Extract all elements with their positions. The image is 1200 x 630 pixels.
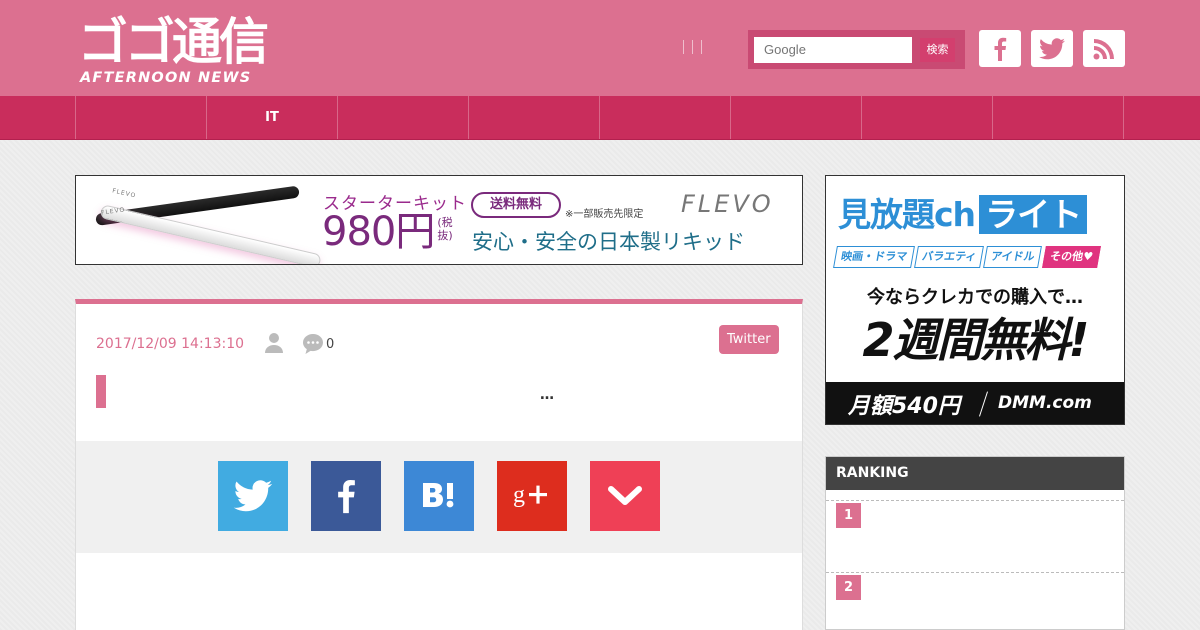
rank-number: 1 [836,503,861,528]
ad-tag: 映画・ドラマ [833,246,915,268]
twitter-icon [1039,37,1065,59]
share-google-plus-button[interactable]: g [497,461,567,531]
divider [979,391,988,417]
ad-tag: アイドル [983,246,1043,268]
sidebar-ad-dmm[interactable]: 見放題ch ライト 映画・ドラマ バラエティ アイドル その他♥ 今ならクレカでの… [825,175,1125,425]
divider [692,40,693,54]
logo-english-text: AFTERNOON NEWS [80,70,252,86]
ranking-title: RANKING [826,457,1124,490]
ad-side-tags: 映画・ドラマ バラエティ アイドル その他♥ [833,246,1101,268]
article-date: 2017/12/09 14:13:10 [96,336,245,352]
nav-item-it[interactable]: IT [206,96,337,139]
nav-item[interactable] [599,96,730,139]
ad-tag: バラエティ [914,246,985,268]
ranking-panel: RANKING 1 2 [825,456,1125,630]
rss-link-button[interactable] [1083,30,1125,67]
svg-text:g: g [513,482,525,508]
ad-side-title-lite: ライト [979,195,1088,234]
source-tag-twitter[interactable]: Twitter [719,325,779,354]
facebook-link-button[interactable] [979,30,1021,67]
ad-side-title: 見放題ch ライト [838,188,1088,236]
ad-free-shipping: 送料無料 [471,192,561,218]
ad-side-footer: 月額540円 DMM.com [826,382,1124,424]
rank-number: 2 [836,575,861,600]
google-plus-icon: g [513,482,547,508]
comment-count: 0 [326,337,335,352]
ad-brand: FLEVO [681,190,774,218]
ad-side-monthly-price: 月額540円 [848,394,960,419]
search-input[interactable] [754,37,912,63]
main-navigation: IT [0,96,1200,140]
site-header: ゴゴ通信 AFTERNOON NEWS 検索 [0,0,1200,96]
ranking-item[interactable]: 2 [826,572,1124,630]
nav-item[interactable] [730,96,861,139]
divider [701,40,702,54]
pocket-icon [608,486,642,505]
facebook-icon [338,480,355,514]
nav-item[interactable] [468,96,599,139]
ad-limited-note: ※一部販売先限定 [565,209,644,220]
twitter-link-button[interactable] [1031,30,1073,67]
nav-item[interactable] [992,96,1123,139]
title-accent-bar [96,375,106,408]
rss-icon [1093,38,1114,59]
header-dividers [683,40,702,54]
twitter-icon [233,480,273,512]
comment-icon[interactable] [302,333,324,359]
logo-japanese-text: ゴゴ通信 [78,13,269,71]
nav-item[interactable] [337,96,468,139]
product-pen-white [99,204,322,264]
ranking-item[interactable]: 1 [826,500,1124,572]
banner-ad-flevo[interactable]: FLEVO FLEVO スターターキット 980円 (税抜) 送料無料 ※一部販… [75,175,803,265]
share-pocket-button[interactable] [590,461,660,531]
ad-price: 980円 [322,209,435,255]
ad-side-provider: DMM.com [998,393,1092,413]
nav-item[interactable] [1123,96,1200,139]
hatena-bookmark-icon [423,483,454,508]
divider [683,40,684,54]
share-twitter-button[interactable] [218,461,288,531]
ad-tax-note: (税抜) [437,216,453,242]
ad-tagline: 安心・安全の日本製リキッド [472,230,745,254]
nav-item[interactable] [861,96,992,139]
facebook-icon [994,37,1007,61]
ad-side-headline: 2週間無料! [862,313,1090,367]
search-box: 検索 [748,30,965,69]
search-button[interactable]: 検索 [920,38,955,62]
share-buttons: g [76,441,802,553]
share-facebook-button[interactable] [311,461,381,531]
ad-side-title-main: 見放題ch [838,195,976,234]
author-icon[interactable] [264,332,284,358]
article-title: … [540,387,554,403]
nav-item[interactable] [75,96,206,139]
article-card: 2017/12/09 14:13:10 0 Twitter … g [75,299,803,630]
share-hatena-button[interactable] [404,461,474,531]
site-logo[interactable]: ゴゴ通信 AFTERNOON NEWS [78,14,310,88]
pen-label: FLEVO [111,187,137,200]
ad-tag: その他♥ [1041,246,1101,268]
